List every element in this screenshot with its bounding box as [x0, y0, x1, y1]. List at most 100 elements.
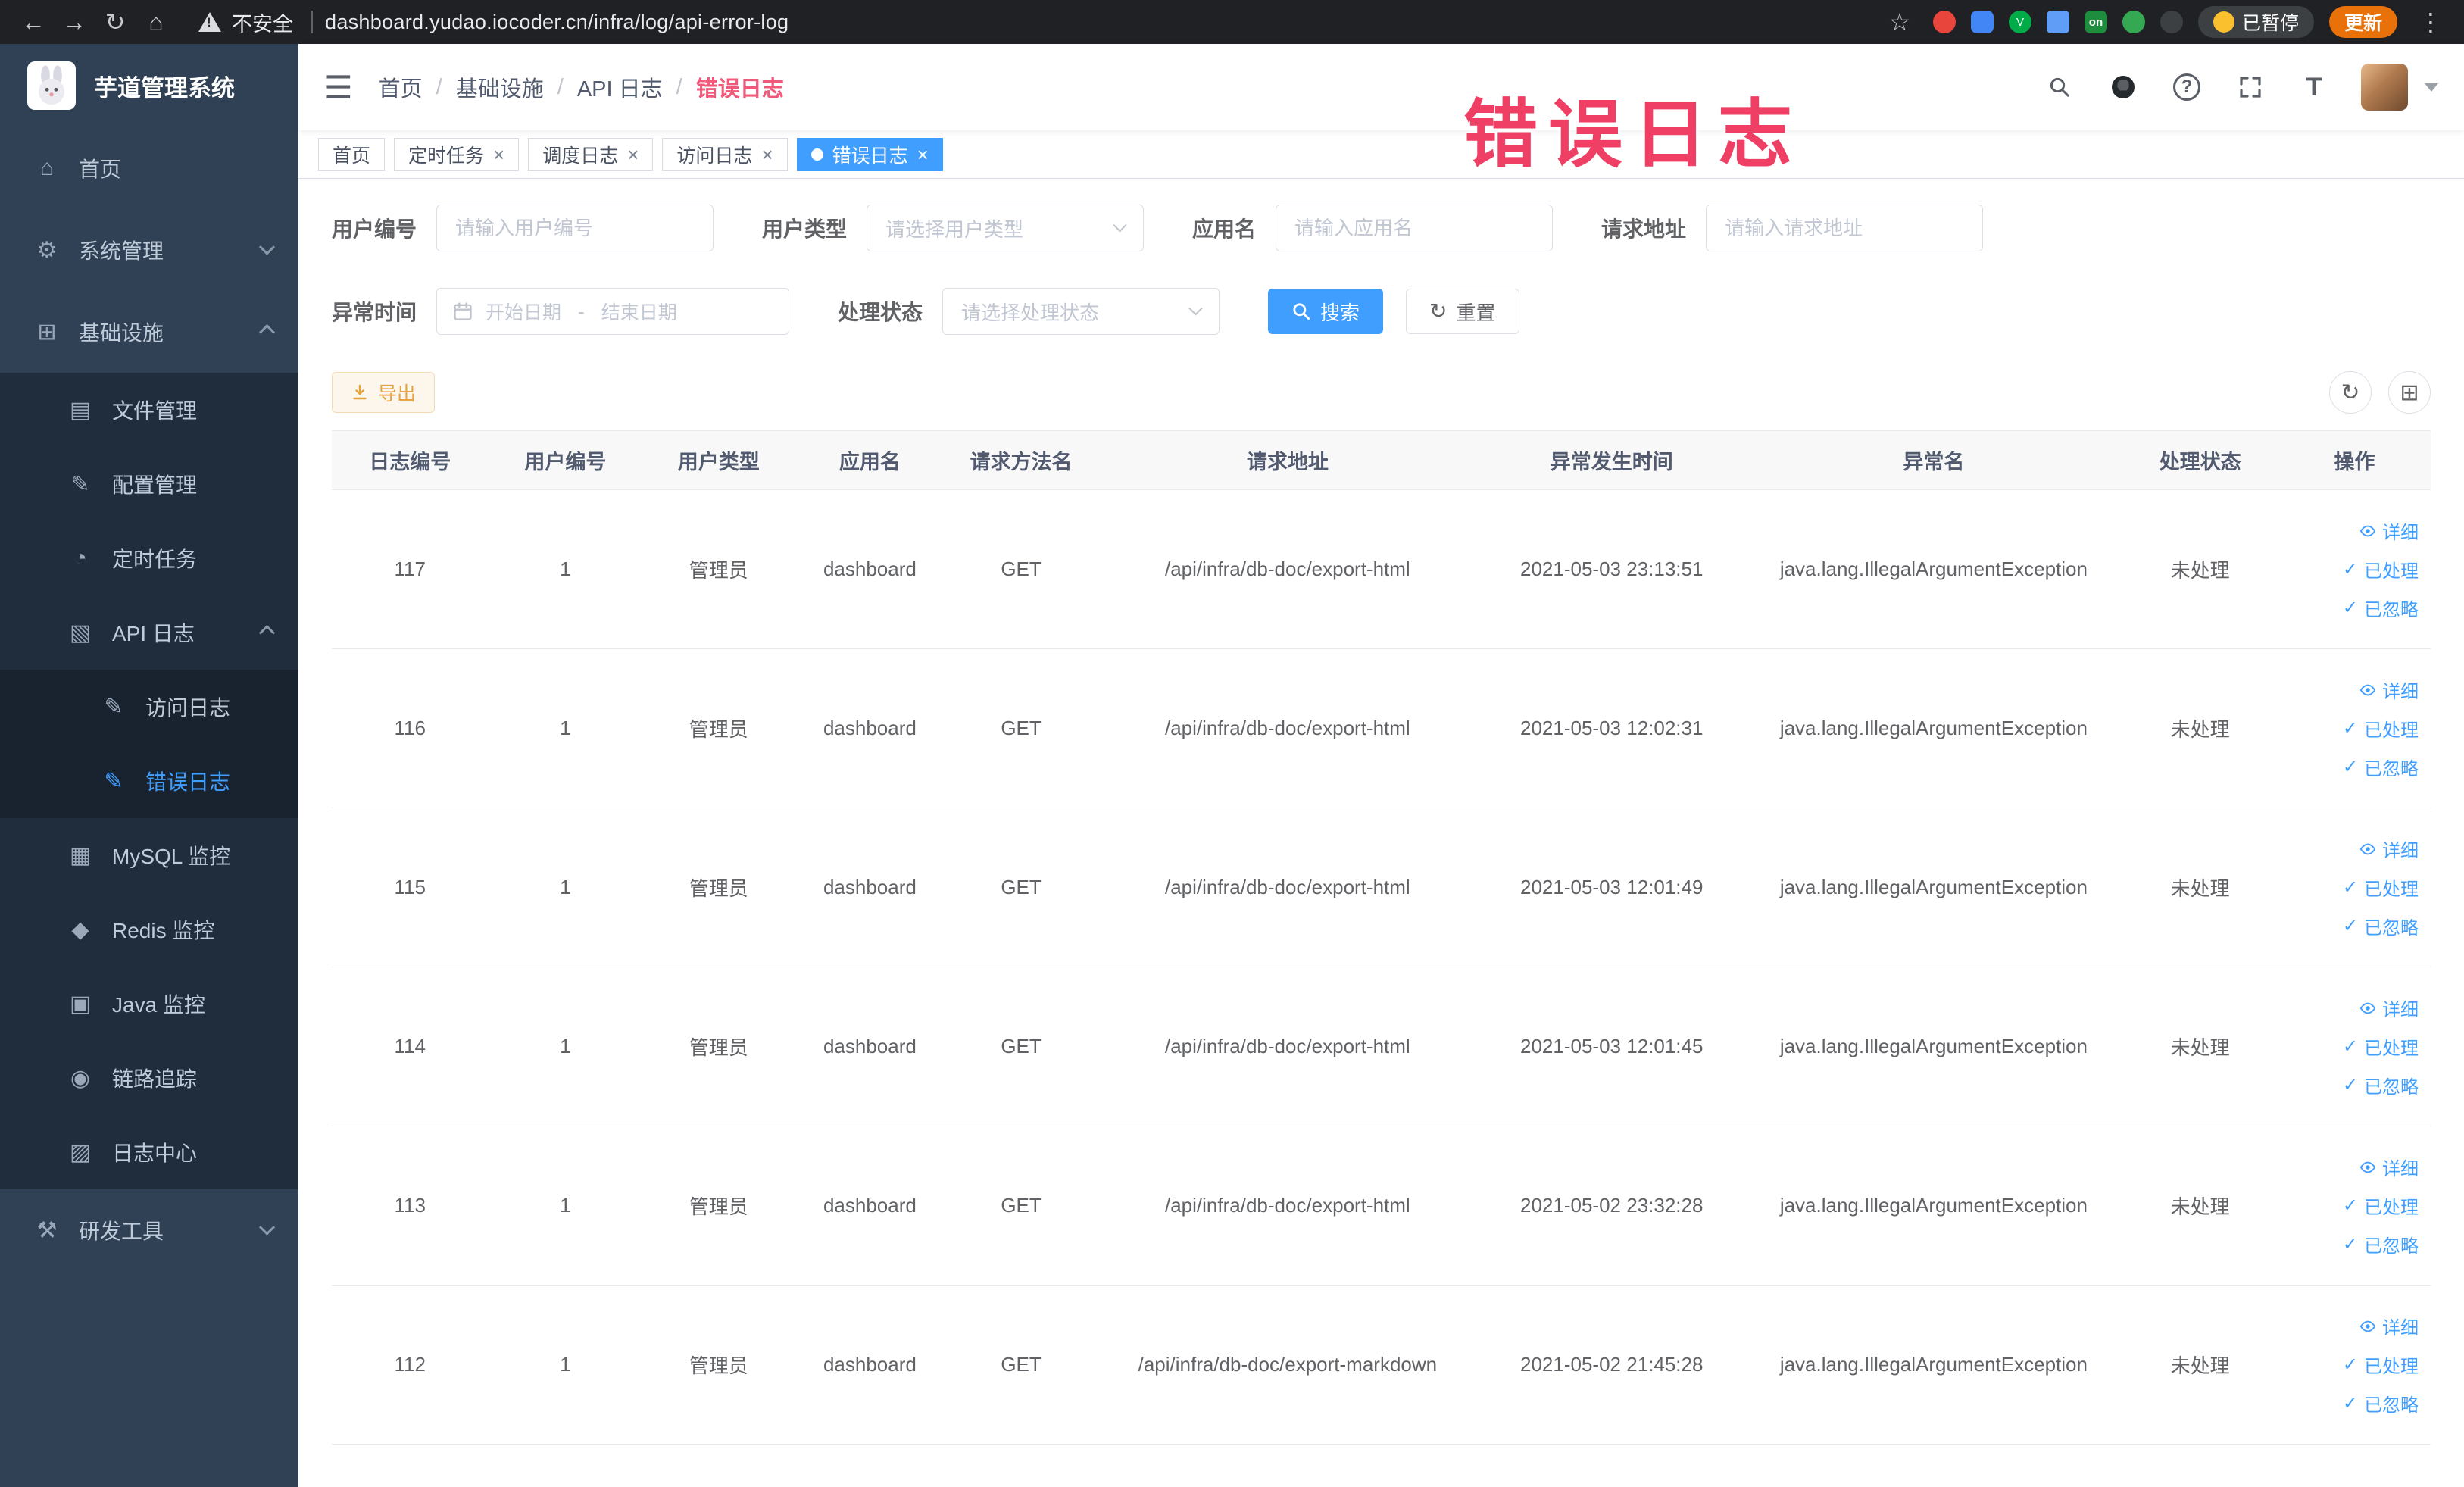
- processed-link[interactable]: ✓ 已处理: [2343, 556, 2419, 583]
- sidebar-item-redis-monitor[interactable]: ◆ Redis 监控: [0, 892, 298, 967]
- breadcrumb-item[interactable]: 首页: [379, 71, 423, 103]
- close-icon[interactable]: ×: [493, 145, 504, 164]
- sidebar-item-scheduled-tasks[interactable]: ◔ 定时任务: [0, 521, 298, 595]
- breadcrumb-item[interactable]: 基础设施: [456, 71, 544, 103]
- processed-link-label: 已处理: [2364, 879, 2419, 900]
- cell-exception-name: java.lang.IllegalArgumentException: [1745, 489, 2122, 649]
- search-button-label: 搜索: [1320, 301, 1360, 324]
- avatar[interactable]: [2361, 64, 2408, 111]
- request-url-input[interactable]: [1706, 205, 1984, 251]
- sidebar-item-home[interactable]: ⌂ 首页: [0, 127, 298, 209]
- eye-icon: [2359, 525, 2376, 536]
- ignored-link[interactable]: ✓ 已忽略: [2343, 1072, 2419, 1098]
- reload-icon[interactable]: ↻: [97, 4, 133, 40]
- timer-icon: ◔: [73, 545, 88, 570]
- gear-icon: ⚙: [36, 237, 58, 263]
- processed-link[interactable]: ✓ 已处理: [2343, 1192, 2419, 1219]
- chrome-update-button[interactable]: 更新: [2328, 6, 2397, 38]
- sidebar-item-config-manage[interactable]: ✎ 配置管理: [0, 447, 298, 521]
- ignored-link[interactable]: ✓ 已忽略: [2343, 1390, 2419, 1417]
- sidebar-item-file-manage[interactable]: ▤ 文件管理: [0, 373, 298, 447]
- processed-link[interactable]: ✓ 已处理: [2343, 1033, 2419, 1060]
- sidebar-item-infra[interactable]: ⊞ 基础设施: [0, 291, 298, 373]
- processed-link[interactable]: ✓ 已处理: [2343, 715, 2419, 742]
- sidebar-item-error-log[interactable]: ✎ 错误日志: [0, 744, 298, 818]
- help-icon[interactable]: ?: [2170, 70, 2203, 104]
- sidebar-item-java-monitor[interactable]: ▣ Java 监控: [0, 967, 298, 1041]
- tab-home[interactable]: 首页: [318, 137, 386, 171]
- detail-link[interactable]: 详细: [2359, 836, 2419, 862]
- extension-icon-4[interactable]: [2046, 11, 2069, 33]
- processed-link[interactable]: ✓ 已处理: [2343, 874, 2419, 901]
- chrome-menu-icon[interactable]: ⋮: [2412, 4, 2449, 40]
- column-settings-button[interactable]: ⊞: [2388, 371, 2431, 414]
- extension-icon-5[interactable]: on: [2084, 11, 2107, 33]
- close-icon[interactable]: ×: [761, 145, 773, 164]
- close-icon[interactable]: ×: [917, 145, 929, 164]
- security-chip[interactable]: ! 不安全: [198, 8, 320, 37]
- log-center-icon: ▨: [69, 1139, 92, 1165]
- table-header-row: 日志编号 用户编号 用户类型 应用名 请求方法名 请求地址 异常发生时间 异常名 处理状态 操作: [332, 430, 2431, 490]
- avatar-caret-down-icon[interactable]: [2425, 83, 2438, 92]
- sidebar-item-access-log[interactable]: ✎ 访问日志: [0, 670, 298, 744]
- sidebar-item-log-center[interactable]: ▨ 日志中心: [0, 1115, 298, 1189]
- chevron-down-icon: [258, 239, 276, 255]
- detail-link[interactable]: 详细: [2359, 995, 2419, 1021]
- ignored-link[interactable]: ✓ 已忽略: [2343, 595, 2419, 621]
- github-icon[interactable]: [2106, 70, 2140, 104]
- tab-dispatch-log[interactable]: 调度日志 ×: [528, 137, 654, 171]
- paused-extension-badge[interactable]: 已暂停: [2197, 6, 2314, 38]
- ignored-link[interactable]: ✓ 已忽略: [2343, 754, 2419, 780]
- app-title: 芋道管理系统: [94, 74, 235, 102]
- detail-link[interactable]: 详细: [2359, 1313, 2419, 1339]
- cell-request-url: /api/infra/db-doc/export-html: [1097, 648, 1479, 808]
- sidebar-item-api-log[interactable]: ▧ API 日志: [0, 595, 298, 670]
- user-type-select[interactable]: 请选择用户类型: [867, 205, 1145, 251]
- detail-link[interactable]: 详细: [2359, 676, 2419, 703]
- search-button[interactable]: 搜索: [1268, 289, 1384, 334]
- extension-icon-2[interactable]: [1970, 11, 1994, 33]
- refresh-table-button[interactable]: ↻: [2329, 371, 2372, 414]
- sidebar-item-mysql-monitor[interactable]: ▦ MySQL 监控: [0, 818, 298, 892]
- export-button[interactable]: 导出: [332, 372, 436, 413]
- extension-icon-6[interactable]: [2122, 11, 2145, 33]
- cell-app-name: dashboard: [795, 808, 945, 967]
- exception-time-range-picker[interactable]: 开始日期 - 结束日期: [436, 288, 790, 335]
- reset-button[interactable]: ↻ 重置: [1406, 289, 1519, 334]
- cell-log-id: 113: [332, 1126, 489, 1286]
- fullscreen-icon[interactable]: [2234, 70, 2267, 104]
- app-logo[interactable]: 芋道管理系统: [0, 44, 298, 127]
- cell-exception-name: java.lang.IllegalArgumentException: [1745, 1285, 2122, 1445]
- back-icon[interactable]: ←: [15, 4, 52, 40]
- processed-link-label: 已处理: [2364, 561, 2419, 582]
- search-icon[interactable]: [2043, 70, 2076, 104]
- column-header: 应用名: [795, 430, 945, 490]
- ignored-link[interactable]: ✓ 已忽略: [2343, 1231, 2419, 1257]
- breadcrumb-item[interactable]: API 日志: [577, 71, 663, 103]
- close-icon[interactable]: ×: [627, 145, 639, 164]
- column-header: 用户类型: [642, 430, 795, 490]
- tab-scheduled-tasks[interactable]: 定时任务 ×: [394, 137, 520, 171]
- sidebar-item-dev-tools[interactable]: ⚒ 研发工具: [0, 1189, 298, 1271]
- cell-exception-name: java.lang.IllegalArgumentException: [1745, 808, 2122, 967]
- forward-icon[interactable]: →: [56, 4, 92, 40]
- extension-icon-1[interactable]: [1932, 11, 1956, 33]
- extension-icon-3[interactable]: V: [2008, 11, 2031, 33]
- detail-link[interactable]: 详细: [2359, 1154, 2419, 1180]
- sidebar-item-system[interactable]: ⚙ 系统管理: [0, 209, 298, 291]
- detail-link[interactable]: 详细: [2359, 517, 2419, 544]
- ignored-link[interactable]: ✓ 已忽略: [2343, 913, 2419, 939]
- processed-link[interactable]: ✓ 已处理: [2343, 1351, 2419, 1378]
- extension-icon-7[interactable]: [2160, 11, 2183, 33]
- hamburger-icon[interactable]: ☰: [324, 69, 353, 106]
- chrome-home-icon[interactable]: ⌂: [138, 4, 174, 40]
- address-url[interactable]: dashboard.yudao.iocoder.cn/infra/log/api…: [325, 11, 789, 34]
- tab-access-log[interactable]: 访问日志 ×: [662, 137, 788, 171]
- user-id-input[interactable]: [436, 205, 714, 251]
- font-size-icon[interactable]: T: [2297, 70, 2331, 104]
- tab-error-log[interactable]: 错误日志 ×: [796, 137, 943, 171]
- sidebar-item-trace[interactable]: ◉ 链路追踪: [0, 1041, 298, 1115]
- process-status-select[interactable]: 请选择处理状态: [942, 288, 1220, 335]
- app-name-input[interactable]: [1276, 205, 1554, 251]
- bookmark-star-icon[interactable]: ☆: [1882, 4, 1918, 40]
